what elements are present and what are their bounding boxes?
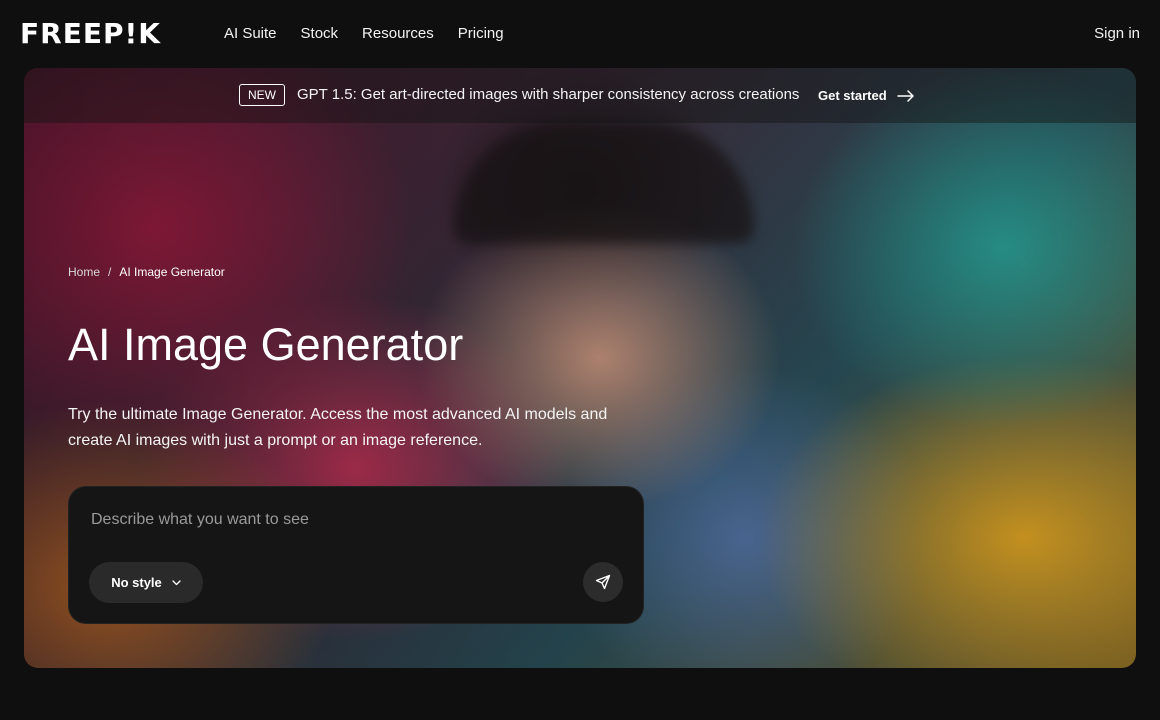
announcement-bar: NEW GPT 1.5: Get art-directed images wit…	[24, 68, 1136, 123]
prompt-box: No style	[68, 486, 644, 624]
send-button[interactable]	[583, 562, 623, 602]
new-badge: NEW	[239, 84, 285, 106]
get-started-label: Get started	[818, 88, 887, 103]
page-title: AI Image Generator	[68, 319, 464, 370]
arrow-right-icon	[896, 90, 914, 102]
chevron-down-icon	[172, 579, 181, 585]
hero-description: Try the ultimate Image Generator. Access…	[68, 406, 608, 449]
prompt-input[interactable]	[91, 507, 611, 533]
style-dropdown-button[interactable]: No style	[89, 562, 203, 603]
nav-stock[interactable]: Stock	[301, 24, 339, 44]
nav-ai-suite[interactable]: AI Suite	[224, 24, 277, 44]
nav-pricing[interactable]: Pricing	[458, 24, 504, 44]
nav-resources[interactable]: Resources	[362, 24, 434, 44]
hero-section: NEW GPT 1.5: Get art-directed images wit…	[24, 68, 1136, 668]
get-started-link[interactable]: Get started	[818, 86, 915, 106]
freepik-logo[interactable]: FREEP!K	[20, 20, 161, 48]
send-icon	[595, 574, 611, 590]
breadcrumb-current: AI Image Generator	[119, 265, 225, 279]
announcement-text: GPT 1.5: Get art-directed images with sh…	[297, 86, 800, 103]
breadcrumb: Home / AI Image Generator	[68, 264, 225, 280]
top-navigation: FREEP!K AI Suite Stock Resources Pricing…	[0, 0, 1160, 68]
sign-in-link[interactable]: Sign in	[1094, 24, 1140, 44]
breadcrumb-separator: /	[108, 265, 112, 279]
main-nav: AI Suite Stock Resources Pricing	[224, 24, 504, 44]
hero-background-image	[454, 123, 754, 243]
style-label: No style	[111, 575, 162, 590]
breadcrumb-home[interactable]: Home	[68, 264, 100, 280]
